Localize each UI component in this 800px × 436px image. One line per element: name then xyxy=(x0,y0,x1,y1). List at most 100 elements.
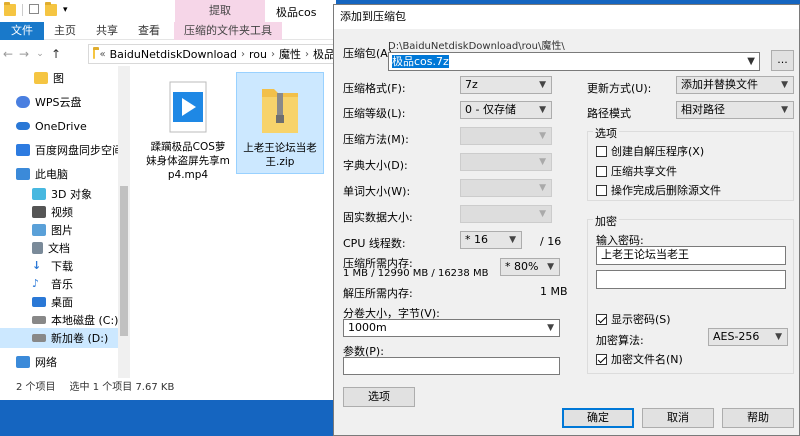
chevron-down-icon: ▼ xyxy=(547,262,554,272)
nav-item-label: 图片 xyxy=(51,224,73,237)
help-button[interactable]: 帮助 xyxy=(722,408,794,428)
level-select[interactable]: 0 - 仅存储 ▼ xyxy=(460,101,552,119)
archive-name-input[interactable]: 极品cos.7z ▼ xyxy=(388,52,760,71)
back-arrow-icon[interactable]: ← xyxy=(0,47,16,61)
level-label: 压缩等级(L): xyxy=(343,107,406,120)
quick-access-toolbar: ▾ xyxy=(4,2,75,16)
file-list: 蹂躏极品COS萝妹身体盗屏先享mp4.mp4 上老王论坛当老王.zip xyxy=(132,66,336,378)
password-input[interactable]: 上老王论坛当老王 xyxy=(596,246,786,265)
split-size-select[interactable]: 1000m ▼ xyxy=(343,319,560,337)
chevron-right-icon: › xyxy=(305,48,309,60)
nav-item-music[interactable]: ♪ 音乐 xyxy=(0,274,126,294)
decompress-memory-label: 解压所需内存: xyxy=(343,287,413,300)
breadcrumb-item[interactable]: 魔性 xyxy=(279,46,301,62)
cancel-button[interactable]: 取消 xyxy=(642,408,714,428)
params-input[interactable] xyxy=(343,357,560,375)
separator-icon xyxy=(22,4,23,16)
path-mode-select[interactable]: 相对路径 ▼ xyxy=(676,101,794,119)
cloud-icon xyxy=(16,122,30,130)
file-item-zip[interactable]: 上老王论坛当老王.zip xyxy=(236,72,324,174)
solid-size-select[interactable]: ▼ xyxy=(460,205,552,223)
folder-icon xyxy=(4,2,16,16)
threads-label: CPU 线程数: xyxy=(343,237,406,250)
update-mode-select[interactable]: 添加并替换文件 ▼ xyxy=(676,76,794,94)
chevron-right-icon: › xyxy=(271,48,275,60)
nav-item-pictures-folder[interactable]: 图 xyxy=(0,68,126,88)
folder-icon xyxy=(93,47,101,59)
nav-item-wps-cloud[interactable]: WPS云盘 xyxy=(0,92,126,112)
customize-toolbar-icon[interactable]: ▾ xyxy=(63,4,75,16)
threads-max: / 16 xyxy=(540,235,562,248)
checkbox-icon[interactable] xyxy=(29,4,39,14)
address-bar[interactable]: « BaiduNetdiskDownload › rou › 魔性 › 极品 xyxy=(88,44,336,64)
file-explorer-window: ▾ 提取 极品cos 文件 主页 共享 查看 压缩的文件夹工具 ← → ⌄ ↑ … xyxy=(0,0,336,400)
nav-item-baidu-sync[interactable]: 百度网盘同步空间 xyxy=(0,140,126,160)
breadcrumb-item[interactable]: 极品 xyxy=(313,46,335,62)
breadcrumb-item[interactable]: rou xyxy=(249,48,267,61)
nav-item-desktop[interactable]: 桌面 xyxy=(0,292,126,312)
music-icon: ♪ xyxy=(32,277,40,290)
delete-after-checkbox[interactable]: 操作完成后删除源文件 xyxy=(596,182,721,198)
format-select[interactable]: 7z ▼ xyxy=(460,76,552,94)
nav-item-label: 音乐 xyxy=(51,278,73,291)
up-arrow-icon[interactable]: ↑ xyxy=(48,47,64,61)
show-password-checkbox[interactable]: 显示密码(S) xyxy=(596,311,671,327)
recent-chevron-icon[interactable]: ⌄ xyxy=(32,49,48,59)
browse-button[interactable]: ... xyxy=(771,50,794,71)
drive-icon xyxy=(32,334,46,342)
breadcrumb-item[interactable]: BaiduNetdiskDownload xyxy=(110,48,237,61)
scrollbar-thumb[interactable] xyxy=(120,186,128,336)
network-icon xyxy=(16,356,30,368)
chevron-down-icon: ▼ xyxy=(539,183,546,193)
breadcrumb-overflow-icon[interactable]: « xyxy=(99,49,105,60)
chevron-down-icon: ▼ xyxy=(781,105,788,115)
dialog-title: 添加到压缩包 xyxy=(334,5,799,29)
path-mode-value: 相对路径 xyxy=(681,103,725,116)
nav-item-pictures[interactable]: 图片 xyxy=(0,220,126,240)
nav-item-drive-c[interactable]: 本地磁盘 (C:) xyxy=(0,310,126,330)
encryption-method-select[interactable]: AES-256 ▼ xyxy=(708,328,788,346)
nav-item-drive-d[interactable]: 新加卷 (D:) xyxy=(0,328,126,348)
checkbox-label: 显示密码(S) xyxy=(611,313,671,326)
nav-item-documents[interactable]: 文档 xyxy=(0,238,126,258)
memory-percent-select[interactable]: * 80% ▼ xyxy=(500,258,560,276)
new-folder-icon[interactable] xyxy=(45,2,57,16)
nav-item-downloads[interactable]: ↓ 下载 xyxy=(0,256,126,276)
dict-size-select[interactable]: ▼ xyxy=(460,153,552,171)
password-confirm-input[interactable] xyxy=(596,270,786,289)
extract-context-tab[interactable]: 提取 xyxy=(175,0,265,22)
dict-size-label: 字典大小(D): xyxy=(343,159,408,172)
decompress-memory-value: 1 MB xyxy=(540,285,568,298)
tab-share[interactable]: 共享 xyxy=(86,22,128,40)
checkbox-icon xyxy=(596,165,607,177)
nav-item-videos[interactable]: 视频 xyxy=(0,202,126,222)
tab-file[interactable]: 文件 xyxy=(0,22,44,40)
chevron-down-icon[interactable]: ▼ xyxy=(747,53,755,70)
nav-pane-scrollbar[interactable] xyxy=(118,66,130,378)
compress-shared-checkbox[interactable]: 压缩共享文件 xyxy=(596,163,677,179)
tab-home[interactable]: 主页 xyxy=(44,22,86,40)
method-select[interactable]: ▼ xyxy=(460,127,552,145)
tab-view[interactable]: 查看 xyxy=(128,22,170,40)
options-group-title: 选项 xyxy=(593,125,619,141)
nav-item-this-pc[interactable]: 此电脑 xyxy=(0,164,126,184)
chevron-down-icon: ▼ xyxy=(539,209,546,219)
nav-item-3d-objects[interactable]: 3D 对象 xyxy=(0,184,126,204)
threads-select[interactable]: * 16 ▼ xyxy=(460,231,522,249)
method-label: 压缩方法(M): xyxy=(343,133,409,146)
forward-arrow-icon[interactable]: → xyxy=(16,47,32,61)
checkbox-icon xyxy=(596,145,607,157)
video-file-icon xyxy=(164,78,212,136)
tab-compressed-folder-tools[interactable]: 压缩的文件夹工具 xyxy=(174,22,282,40)
threads-value: * 16 xyxy=(465,233,488,246)
nav-item-network[interactable]: 网络 xyxy=(0,352,126,372)
level-value: 0 - 仅存储 xyxy=(465,103,516,116)
nav-item-label: 下载 xyxy=(51,260,73,273)
nav-item-onedrive[interactable]: OneDrive xyxy=(0,116,126,136)
ok-button[interactable]: 确定 xyxy=(562,408,634,428)
encrypt-filenames-checkbox[interactable]: 加密文件名(N) xyxy=(596,351,683,367)
options-button[interactable]: 选项 xyxy=(343,387,415,407)
word-size-select[interactable]: ▼ xyxy=(460,179,552,197)
file-item-video[interactable]: 蹂躏极品COS萝妹身体盗屏先享mp4.mp4 xyxy=(144,72,232,186)
create-sfx-checkbox[interactable]: 创建自解压程序(X) xyxy=(596,143,704,159)
